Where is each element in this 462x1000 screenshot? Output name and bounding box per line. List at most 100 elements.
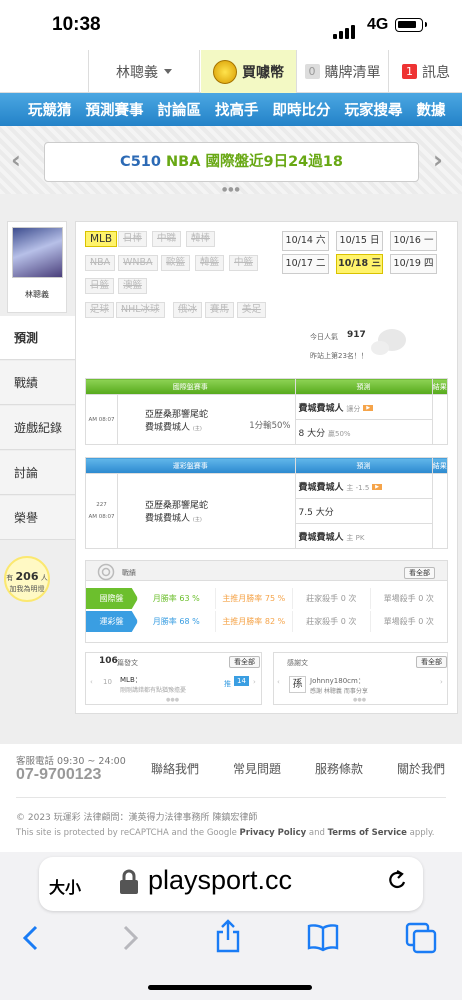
sidebar-item-honor[interactable]: 榮譽 [0, 496, 75, 540]
url-text[interactable]: playsport.cc [148, 865, 292, 896]
article-date: 10 [103, 678, 112, 686]
league-tag[interactable]: 俄冰 [173, 302, 203, 318]
reviewer-avatar: 孫 [289, 676, 306, 693]
lottery-prediction-table: 運彩盤賽事 預測 結果 227 AM 08:07 亞歷桑那響尾蛇 費城費城人 (主… [85, 457, 449, 549]
stats-title: 戰績 [122, 569, 136, 577]
footer-link-contact[interactable]: 聯絡我們 [151, 760, 199, 777]
stats-header [86, 561, 447, 581]
reload-icon[interactable] [386, 869, 410, 893]
avatar[interactable] [12, 227, 63, 278]
league-tag[interactable]: 韓籃 [195, 255, 225, 271]
banner-text: NBA 國際盤近9日24過18 [166, 154, 343, 170]
follower-count: 206 [15, 570, 39, 583]
messages-button[interactable]: 1 訊息 [390, 50, 462, 93]
menu-item-player-search[interactable]: 玩家搜尋 [345, 99, 403, 120]
lottery-header-game: 運彩盤賽事 [85, 457, 296, 474]
date-button[interactable]: 10/15 日 [336, 231, 383, 251]
league-tag[interactable]: 日籃 [85, 278, 115, 294]
lottery-pick-2: 7.5 大分 [294, 498, 433, 524]
stats-view-all-button[interactable]: 看全部 [404, 567, 435, 579]
menu-item-predict[interactable]: 預測賽事 [86, 99, 144, 120]
carousel-dots: ●●● [353, 697, 367, 703]
league-tag[interactable]: NBA [85, 255, 116, 271]
league-tag[interactable]: 韓棒 [186, 231, 216, 247]
articles-view-all-button[interactable]: 看全部 [229, 656, 260, 668]
cart-count-badge: 0 [304, 64, 320, 79]
league-tag[interactable]: 足球 [85, 302, 115, 318]
league-tag[interactable]: 中籃 [229, 255, 259, 271]
league-tag[interactable]: 美足 [237, 302, 267, 318]
target-icon [97, 563, 115, 581]
intl-pick-1: 費城費城人 [298, 403, 344, 414]
lottery-game-time: AM 08:07 [88, 514, 115, 520]
banner-link[interactable]: C510 NBA 國際盤近9日24過18 [44, 142, 419, 182]
date-button[interactable]: 10/17 二 [282, 254, 329, 274]
league-tag[interactable]: NHL冰球 [116, 302, 165, 318]
lottery-header-result: 結果 [431, 457, 449, 474]
date-button-selected[interactable]: 10/18 三 [336, 254, 383, 274]
league-tag[interactable]: 賽馬 [205, 302, 235, 318]
league-tag[interactable]: 中職 [152, 231, 182, 247]
menu-item-experts[interactable]: 找高手 [215, 99, 259, 120]
terms-link[interactable]: Terms of Service [328, 828, 407, 838]
footer-link-about[interactable]: 關於我們 [397, 760, 445, 777]
article-next-icon[interactable]: › [253, 678, 256, 686]
league-tag[interactable]: WNBA [118, 255, 158, 271]
footer-link-faq[interactable]: 常見問題 [233, 760, 281, 777]
date-button[interactable]: 10/14 六 [282, 231, 329, 251]
league-tag[interactable]: 歐籃 [161, 255, 191, 271]
article-push-count: 14 [234, 676, 249, 686]
follower-badge[interactable]: 有 206 人加我為明燈 [4, 556, 50, 602]
bookmarks-icon[interactable] [306, 922, 340, 952]
sidebar-item-discuss[interactable]: 討論 [0, 451, 75, 495]
privacy-policy-link[interactable]: Privacy Policy [240, 828, 307, 838]
reviews-view-all-button[interactable]: 看全部 [416, 656, 447, 668]
menu-item-data[interactable]: 數據 [417, 99, 446, 120]
league-tag[interactable]: 澳籃 [118, 278, 148, 294]
support-phone[interactable]: 07-9700123 [16, 766, 101, 784]
home-win-rate: 主推月勝率 82 % [216, 611, 293, 632]
article-snippet: 剛剛講錯都有點猶豫擔憂 [120, 687, 187, 694]
league-tag[interactable]: 日棒 [118, 231, 148, 247]
coin-icon [213, 59, 237, 84]
back-icon[interactable] [20, 924, 42, 952]
user-dropdown[interactable]: 林聰義 [88, 50, 200, 93]
review-prev-icon[interactable]: ‹ [277, 678, 280, 686]
stats-row-lottery: 運彩盤 月勝率 68 % 主推月勝率 82 % 莊家殺手 0 次 單場殺手 0 … [86, 611, 447, 632]
sidebar-item-record[interactable]: 戰績 [0, 361, 75, 405]
menu-item-guess[interactable]: 玩競猜 [28, 99, 72, 120]
cart-button[interactable]: 0 購牌清單 [296, 50, 389, 93]
date-button[interactable]: 10/19 四 [390, 254, 437, 274]
menu-item-forum[interactable]: 討論區 [158, 99, 202, 120]
share-icon[interactable] [214, 918, 242, 954]
review-text: 感謝 林聰義 而事分享 [310, 688, 368, 695]
article-prev-icon[interactable]: ‹ [90, 678, 93, 686]
league-tag-mlb[interactable]: MLB [85, 231, 118, 247]
pick-flag-icon: ▶ [372, 484, 383, 490]
intl-team-away: 亞歷桑那響尾蛇 [145, 409, 209, 420]
reviewer-name[interactable]: Johnny180cm： [310, 676, 365, 686]
forward-icon[interactable] [119, 924, 141, 952]
carousel-dots: ●●● [222, 186, 241, 193]
date-button[interactable]: 10/16 一 [390, 231, 437, 251]
popularity-value: 917 [347, 330, 366, 340]
username-label: 林聰義 [116, 64, 158, 81]
cart-label: 購牌清單 [324, 64, 381, 81]
monthly-win-rate: 月勝率 68 % [138, 611, 216, 632]
message-count-badge: 1 [402, 64, 417, 79]
caret-down-icon [164, 69, 172, 74]
chevron-left-icon[interactable]: ‹ [11, 146, 21, 174]
tabs-icon[interactable] [404, 921, 438, 955]
buy-coin-button[interactable]: 買噱幣 [201, 50, 296, 93]
footer-link-terms[interactable]: 服務條款 [315, 760, 363, 777]
review-next-icon[interactable]: › [440, 678, 443, 686]
sidebar-item-predict[interactable]: 預測 [0, 316, 75, 360]
menu-item-live-score[interactable]: 即時比分 [273, 99, 331, 120]
buy-coin-label: 買噱幣 [242, 64, 284, 81]
lottery-team-away: 亞歷桑那響尾蛇 [145, 501, 209, 511]
intl-header-result: 結果 [431, 378, 449, 395]
article-title[interactable]: MLB： [120, 675, 142, 685]
text-size-button[interactable]: 大小 [49, 874, 81, 898]
sidebar-item-game-log[interactable]: 遊戲紀錄 [0, 406, 75, 450]
chevron-right-icon[interactable]: › [433, 146, 443, 174]
